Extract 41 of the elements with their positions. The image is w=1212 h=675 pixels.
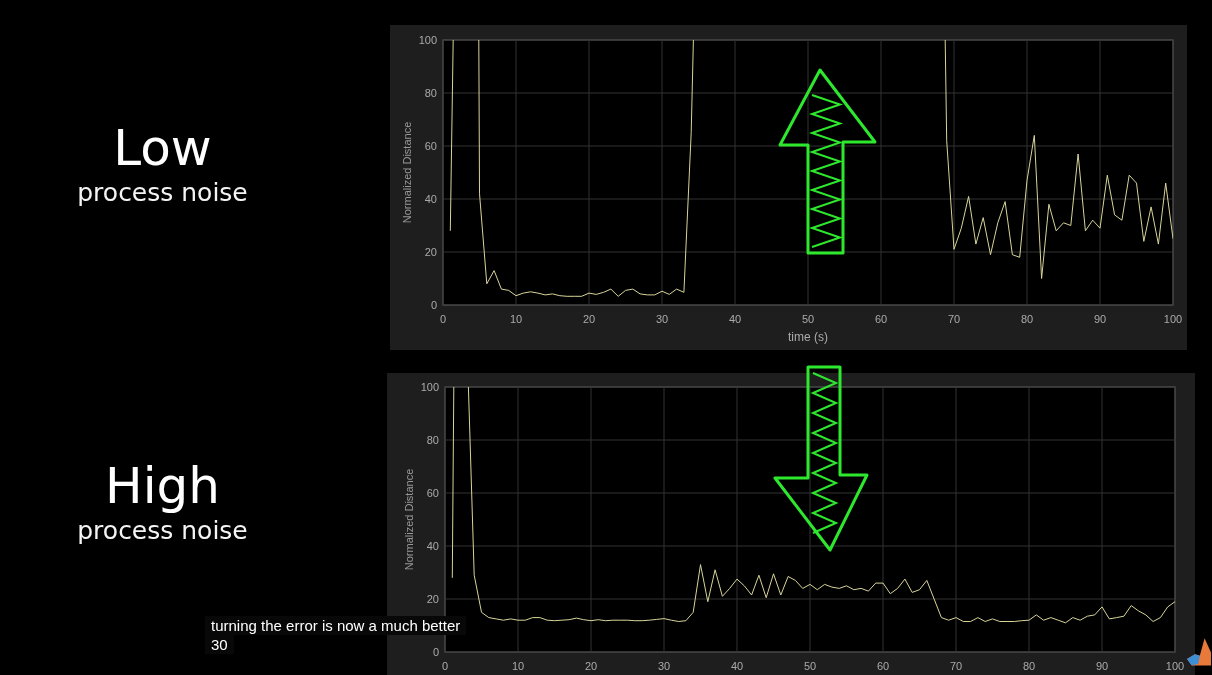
tick-label: 80 [426, 434, 439, 446]
tick-label: 10 [509, 313, 523, 325]
tick-label: 90 [1093, 313, 1107, 325]
tick-label: 30 [655, 313, 669, 325]
tick-label: 70 [947, 313, 961, 325]
tick-label: 70 [949, 660, 963, 672]
tick-label: 10 [511, 660, 525, 672]
tick-label: 100 [418, 34, 437, 46]
tick-label: 80 [1022, 660, 1036, 672]
tick-label: 60 [426, 487, 439, 499]
tick-label: 100 [1165, 660, 1185, 672]
tick-label: 80 [1020, 313, 1034, 325]
tick-label: 50 [803, 660, 817, 672]
tick-label: 20 [584, 660, 598, 672]
tick-label: 100 [1163, 313, 1183, 325]
tick-label: 90 [1095, 660, 1109, 672]
tick-label: 40 [426, 540, 439, 552]
tick-label: 0 [439, 313, 447, 325]
axis-title: time (s) [788, 330, 828, 344]
label-heading: Low [113, 118, 212, 178]
tick-label: 60 [876, 660, 890, 672]
tick-label: 40 [730, 660, 744, 672]
tick-label: 60 [424, 140, 437, 152]
tick-label: 80 [424, 87, 437, 99]
tick-label: 60 [874, 313, 888, 325]
axis-title: Normalized Distance [401, 121, 413, 224]
label-caption: process noise [77, 178, 248, 208]
tick-label: 20 [426, 593, 439, 605]
tick-label: 20 [424, 246, 437, 258]
tick-label: 100 [420, 381, 439, 393]
tick-label: 0 [430, 299, 437, 311]
tick-label: 30 [657, 660, 671, 672]
tick-label: 40 [424, 193, 437, 205]
tick-label: 20 [582, 313, 596, 325]
label-caption: process noise [77, 516, 248, 546]
tick-label: 40 [728, 313, 742, 325]
tick-label: 0 [432, 646, 439, 658]
axis-title: Normalized Distance [403, 468, 415, 571]
tick-label: 50 [801, 313, 815, 325]
tick-label: 0 [441, 660, 449, 672]
label-heading: High [105, 456, 220, 516]
